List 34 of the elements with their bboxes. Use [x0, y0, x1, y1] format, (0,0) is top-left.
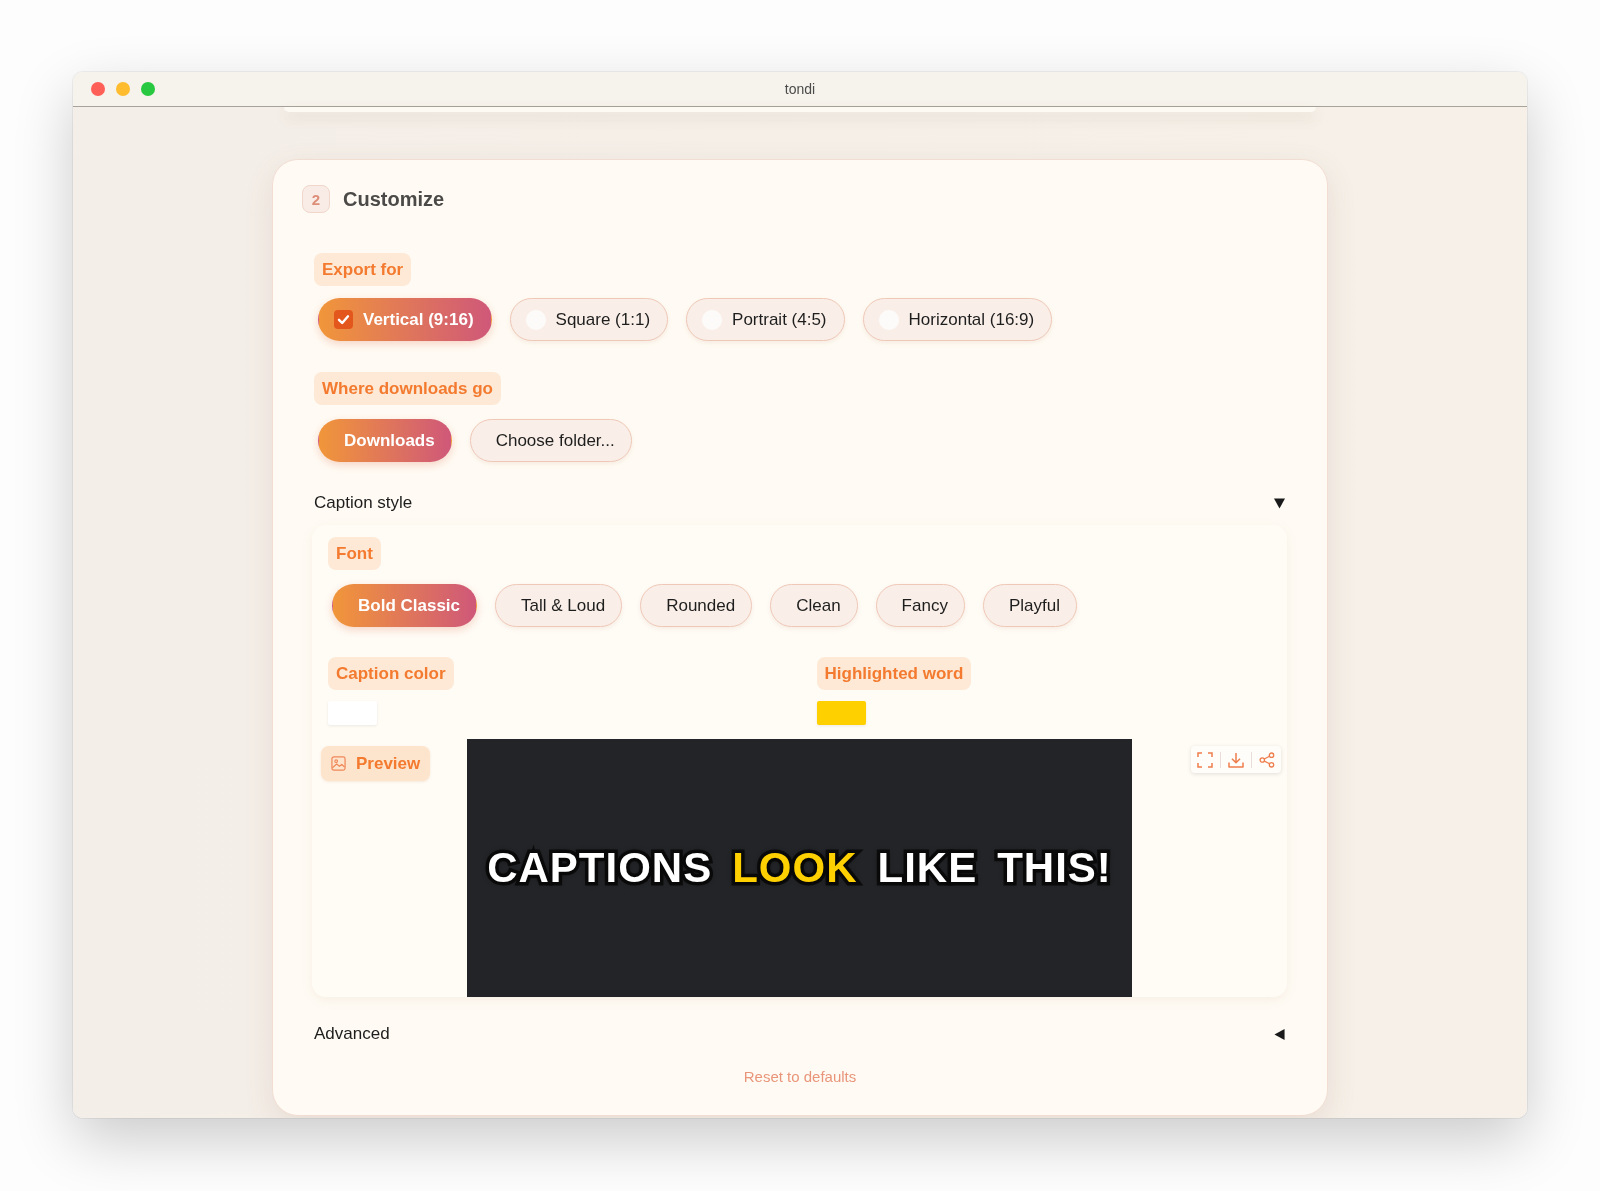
- fullscreen-icon[interactable]: [1197, 751, 1213, 768]
- font-option-button[interactable]: Fancy: [875, 584, 965, 627]
- window-title: tondi: [784, 81, 816, 97]
- color-swatch-icon[interactable]: [816, 701, 866, 725]
- field-label: Where downloads go: [314, 372, 501, 405]
- close-icon[interactable]: [91, 82, 105, 96]
- preview-label: Preview: [356, 753, 421, 774]
- minimize-icon[interactable]: [116, 82, 130, 96]
- format-option-button[interactable]: Square (1:1): [509, 298, 669, 341]
- checkbox-icon: [334, 310, 353, 329]
- caption-word: THIS!: [997, 844, 1112, 892]
- font-option-button[interactable]: Tall & Loud: [495, 584, 623, 627]
- font-option-button[interactable]: Rounded: [640, 584, 753, 627]
- field-label: Caption color: [328, 657, 454, 690]
- maximize-icon[interactable]: [141, 82, 155, 96]
- share-icon[interactable]: [1259, 751, 1275, 768]
- folder-option-button[interactable]: Choose folder...: [469, 419, 632, 462]
- caption-word: CAPTIONS: [487, 844, 713, 892]
- section-title: Customize: [343, 187, 445, 211]
- caption-word: LOOK: [732, 844, 858, 892]
- download-icon[interactable]: [1228, 751, 1244, 768]
- image-icon: [331, 756, 346, 771]
- field-label: Highlighted word: [816, 657, 972, 690]
- caption-style-toggle[interactable]: Caption style: [314, 491, 1286, 515]
- field-label: Font: [328, 537, 381, 570]
- font-option-button[interactable]: Clean: [770, 584, 858, 627]
- format-option-button[interactable]: Vertical (9:16): [318, 298, 492, 341]
- advanced-toggle[interactable]: Advanced: [314, 1022, 1286, 1046]
- step-number: 2: [302, 185, 330, 213]
- field-label: Export for: [314, 253, 412, 286]
- format-option-button[interactable]: Horizontal (16:9): [862, 298, 1053, 341]
- font-option-button[interactable]: Playful: [982, 584, 1077, 627]
- caption-word: LIKE: [877, 844, 978, 892]
- format-option-button[interactable]: Portrait (4:5): [686, 298, 845, 341]
